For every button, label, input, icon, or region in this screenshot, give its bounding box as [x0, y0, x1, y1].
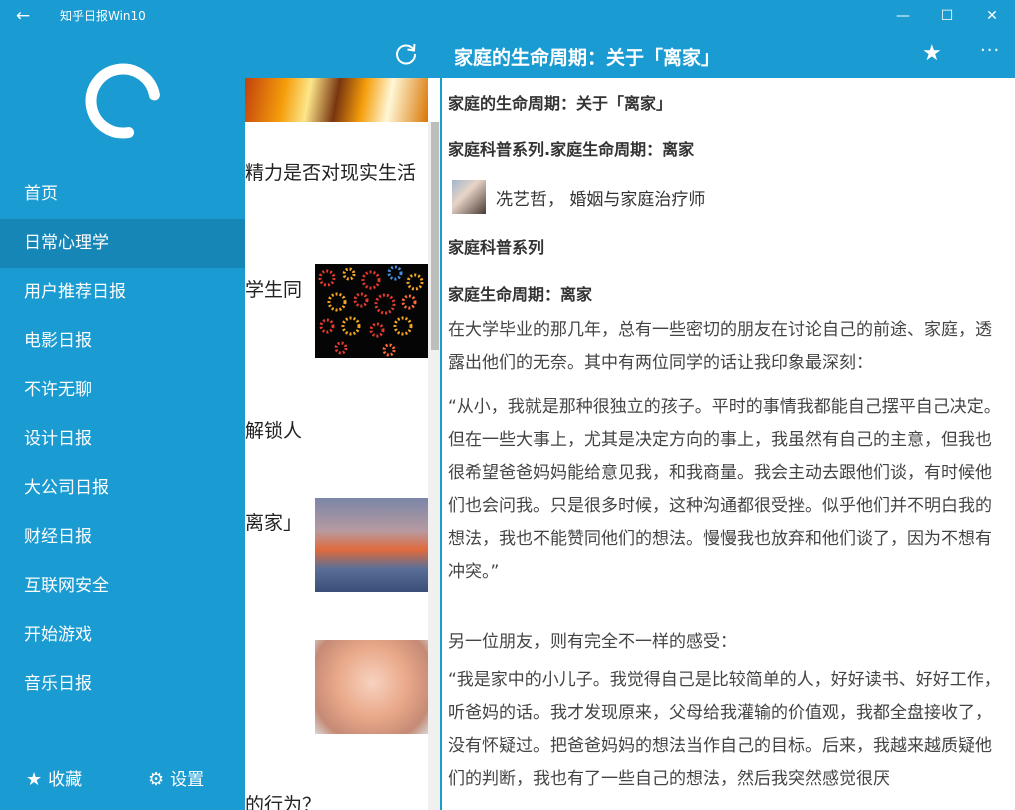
sidebar-item-user-recommended[interactable]: 用户推荐日报 — [0, 268, 245, 317]
close-button[interactable]: ✕ — [969, 0, 1015, 32]
list-scrollbar-thumb[interactable] — [431, 122, 439, 350]
story-list[interactable]: 精力是否对现实生活 学生同 解锁人 离家」 的行为？ — [245, 78, 440, 810]
list-item[interactable]: 离家」 — [245, 508, 302, 535]
banner-image[interactable] — [245, 78, 428, 122]
settings-button[interactable]: ⚙ 设置 — [148, 768, 204, 792]
list-item-thumbnail[interactable] — [315, 264, 429, 358]
app-title: 知乎日报Win10 — [60, 9, 146, 23]
sidebar-item-big-company-daily[interactable]: 大公司日报 — [0, 464, 245, 513]
sidebar-item-home[interactable]: 首页 — [0, 170, 245, 219]
list-item-thumbnail[interactable] — [315, 640, 429, 734]
article-heading: 家庭的生命周期：关于「离家」 — [448, 94, 673, 113]
star-icon: ★ — [26, 769, 43, 790]
settings-label: 设置 — [170, 770, 205, 790]
author-name: 冼艺哲， 婚姻与家庭治疗师 — [496, 189, 706, 210]
title-bar: ← 知乎日报Win10 — ☐ ✕ — [0, 0, 1015, 32]
sidebar-item-daily-psychology[interactable]: 日常心理学 — [0, 219, 245, 268]
author-line: 冼艺哲， 婚姻与家庭治疗师 — [452, 180, 705, 214]
sidebar-item-finance-daily[interactable]: 财经日报 — [0, 513, 245, 562]
more-options-icon[interactable]: ··· — [980, 40, 1000, 61]
avatar — [452, 180, 486, 214]
article-paragraph: 另一位朋友，则有完全不一样的感受： — [448, 632, 737, 652]
list-item[interactable]: 解锁人 — [245, 416, 302, 443]
favorites-button[interactable]: ★ 收藏 — [26, 768, 82, 792]
sidebar-item-no-boredom[interactable]: 不许无聊 — [0, 366, 245, 415]
section-heading: 家庭生命周期：离家 — [448, 285, 593, 304]
sidebar-item-design-daily[interactable]: 设计日报 — [0, 415, 245, 464]
favorite-star-icon[interactable]: ★ — [922, 41, 942, 66]
list-item[interactable]: 精力是否对现实生活 — [245, 158, 416, 185]
loading-spinner-icon — [85, 63, 161, 139]
back-arrow-icon[interactable]: ← — [12, 5, 34, 27]
sidebar-item-music-daily[interactable]: 音乐日报 — [0, 660, 245, 709]
gear-icon: ⚙ — [148, 769, 165, 790]
sidebar: 首页 日常心理学 用户推荐日报 电影日报 不许无聊 设计日报 大公司日报 财经日… — [0, 32, 245, 810]
article-paragraph: “我是家中的小儿子。我觉得自己是比较简单的人，好好读书、好好工作，听爸妈的话。我… — [448, 670, 1001, 789]
sidebar-nav: 首页 日常心理学 用户推荐日报 电影日报 不许无聊 设计日报 大公司日报 财经日… — [0, 170, 245, 709]
sidebar-item-movie-daily[interactable]: 电影日报 — [0, 317, 245, 366]
list-item-thumbnail[interactable] — [315, 498, 429, 592]
sidebar-item-internet-security[interactable]: 互联网安全 — [0, 562, 245, 611]
section-heading: 家庭科普系列 — [448, 238, 545, 257]
list-item[interactable]: 的行为？ — [245, 790, 321, 810]
article-header-title: 家庭的生命周期：关于「离家」 — [454, 47, 721, 69]
maximize-button[interactable]: ☐ — [924, 0, 970, 32]
refresh-icon[interactable] — [393, 41, 419, 67]
sidebar-item-games[interactable]: 开始游戏 — [0, 611, 245, 660]
article-subheading: 家庭科普系列.家庭生命周期：离家 — [448, 140, 695, 159]
list-item[interactable]: 学生同 — [245, 275, 302, 302]
favorites-label: 收藏 — [48, 770, 83, 790]
article-toolbar: 家庭的生命周期：关于「离家」 ★ ··· — [440, 32, 1015, 78]
article-paragraph: “从小，我就是那种很独立的孩子。平时的事情我都能自己摆平自己决定。但在一些大事上… — [448, 397, 1001, 582]
article-paragraph: 在大学毕业的那几年，总有一些密切的朋友在讨论自己的前途、家庭，透露出他们的无奈。… — [448, 320, 992, 373]
list-toolbar — [245, 32, 440, 78]
article-body: 家庭的生命周期：关于「离家」 家庭科普系列.家庭生命周期：离家 冼艺哲， 婚姻与… — [442, 78, 1015, 810]
sidebar-footer: ★ 收藏 ⚙ 设置 — [0, 760, 245, 800]
minimize-button[interactable]: — — [880, 0, 926, 32]
